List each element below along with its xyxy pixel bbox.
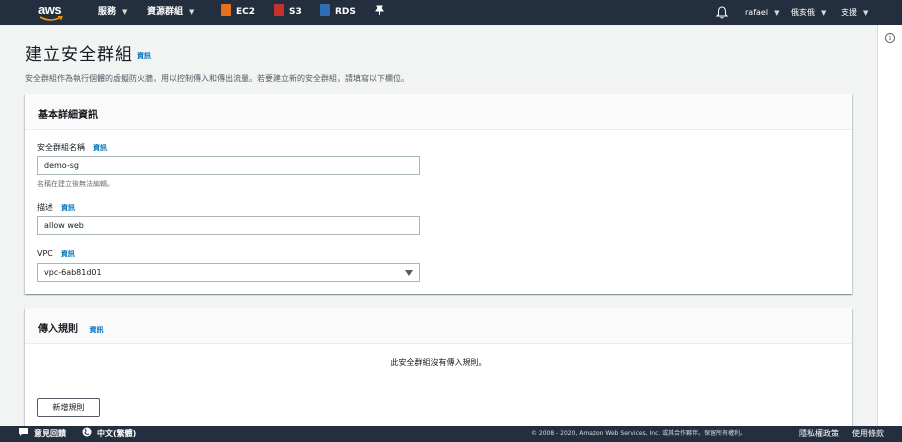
vpc-info-link[interactable]: 資訊 [61, 250, 75, 258]
terms-of-use-link[interactable]: 使用條款 [852, 426, 884, 442]
chevron-down-icon: ▼ [774, 9, 780, 17]
basic-details-panel: 基本詳細資訊 安全群組名稱 資訊 demo-sg 名稱在建立後無法編輯。 描述 資訊… [25, 94, 852, 294]
privacy-policy-link[interactable]: 隱私權政策 [799, 426, 839, 442]
vpc-label-text: VPC [37, 249, 53, 258]
page-title: 建立安全群組 [25, 45, 133, 65]
pinned-ec2[interactable]: EC2 [221, 0, 255, 25]
pinned-s3-label: S3 [289, 7, 302, 17]
pinned-rds[interactable]: RDS [320, 0, 356, 25]
sg-name-info-link[interactable]: 資訊 [93, 144, 107, 152]
feedback-label: 意見回饋 [34, 429, 66, 438]
s3-service-icon [274, 4, 284, 16]
description-input[interactable]: allow web [37, 216, 420, 235]
rds-service-icon [320, 4, 330, 16]
pinned-rds-label: RDS [335, 7, 356, 17]
support-label: 支援 [841, 8, 857, 17]
user-label: rafael [745, 8, 769, 17]
console-footer: 意見回饋 中文(繁體) © 2008 - 2020, Amazon Web Se… [0, 426, 902, 442]
inbound-rules-title: 傳入規則 資訊 [38, 320, 103, 335]
vpc-label: VPC 資訊 [37, 249, 75, 259]
aws-logo[interactable]: aws [38, 2, 68, 22]
no-rules-message: 此安全群組沒有傳入規則。 [390, 358, 487, 367]
sg-name-label: 安全群組名稱 資訊 [37, 142, 107, 153]
description-label-text: 描述 [37, 203, 53, 212]
feedback-link[interactable]: 意見回饋 [18, 426, 66, 442]
page-description: 安全群組作為執行個體的虛擬防火牆，用以控制傳入和傳出流量。若要建立新的安全群組，… [25, 74, 409, 83]
aws-smile-icon [39, 16, 63, 21]
chevron-down-icon: ▼ [189, 8, 195, 16]
language-label: 中文(繁體) [97, 429, 137, 438]
page-title-info-link[interactable]: 資訊 [137, 51, 151, 61]
inbound-rules-panel: 傳入規則 資訊 此安全群組沒有傳入規則。 新增規則 [25, 308, 852, 433]
services-label: 服務 [98, 7, 117, 17]
pinned-ec2-label: EC2 [236, 7, 256, 17]
services-menu[interactable]: 服務 ▼ [98, 0, 127, 25]
globe-icon [82, 427, 92, 437]
inbound-rules-header: 傳入規則 資訊 [25, 308, 852, 344]
sg-name-input[interactable]: demo-sg [37, 156, 420, 175]
pinned-s3[interactable]: S3 [274, 0, 302, 25]
feedback-icon [19, 428, 28, 436]
resource-groups-label: 資源群組 [147, 7, 184, 17]
resource-groups-menu[interactable]: 資源群組 ▼ [147, 0, 194, 25]
chevron-down-icon: ▼ [122, 8, 128, 16]
description-label: 描述 資訊 [37, 202, 75, 213]
top-navigation-bar: aws 服務 ▼ 資源群組 ▼ EC2 S3 RDS rafael ▼ 俄亥俄 ▼ 支援… [0, 0, 902, 25]
chevron-down-icon: ▼ [863, 9, 869, 17]
vpc-select-value: vpc-6ab81d01 [44, 268, 102, 277]
aws-logo-text: aws [38, 2, 62, 17]
basic-details-header: 基本詳細資訊 [25, 94, 852, 130]
dropdown-arrow-icon [405, 270, 413, 276]
chevron-down-icon: ▼ [821, 9, 827, 17]
notifications-bell-icon[interactable] [716, 6, 728, 19]
help-panel-rail: i [877, 25, 902, 426]
sg-name-hint: 名稱在建立後無法編輯。 [37, 180, 114, 188]
sg-name-label-text: 安全群組名稱 [37, 143, 85, 152]
region-menu[interactable]: 俄亥俄 ▼ [791, 0, 826, 25]
basic-details-title: 基本詳細資訊 [38, 110, 98, 121]
copyright-text: © 2008 - 2020, Amazon Web Services, Inc.… [531, 430, 747, 437]
ec2-service-icon [221, 4, 231, 16]
region-label: 俄亥俄 [791, 8, 815, 17]
pin-icon[interactable] [375, 0, 384, 25]
info-icon[interactable]: i [885, 33, 895, 43]
language-selector[interactable]: 中文(繁體) [82, 426, 136, 442]
inbound-rules-info-link[interactable]: 資訊 [89, 326, 103, 334]
support-menu[interactable]: 支援 ▼ [841, 0, 868, 25]
add-rule-button[interactable]: 新增規則 [37, 398, 100, 417]
description-info-link[interactable]: 資訊 [61, 204, 75, 212]
vpc-select[interactable]: vpc-6ab81d01 [37, 263, 420, 282]
user-menu[interactable]: rafael ▼ [745, 0, 779, 25]
inbound-rules-title-text: 傳入規則 [38, 324, 78, 335]
